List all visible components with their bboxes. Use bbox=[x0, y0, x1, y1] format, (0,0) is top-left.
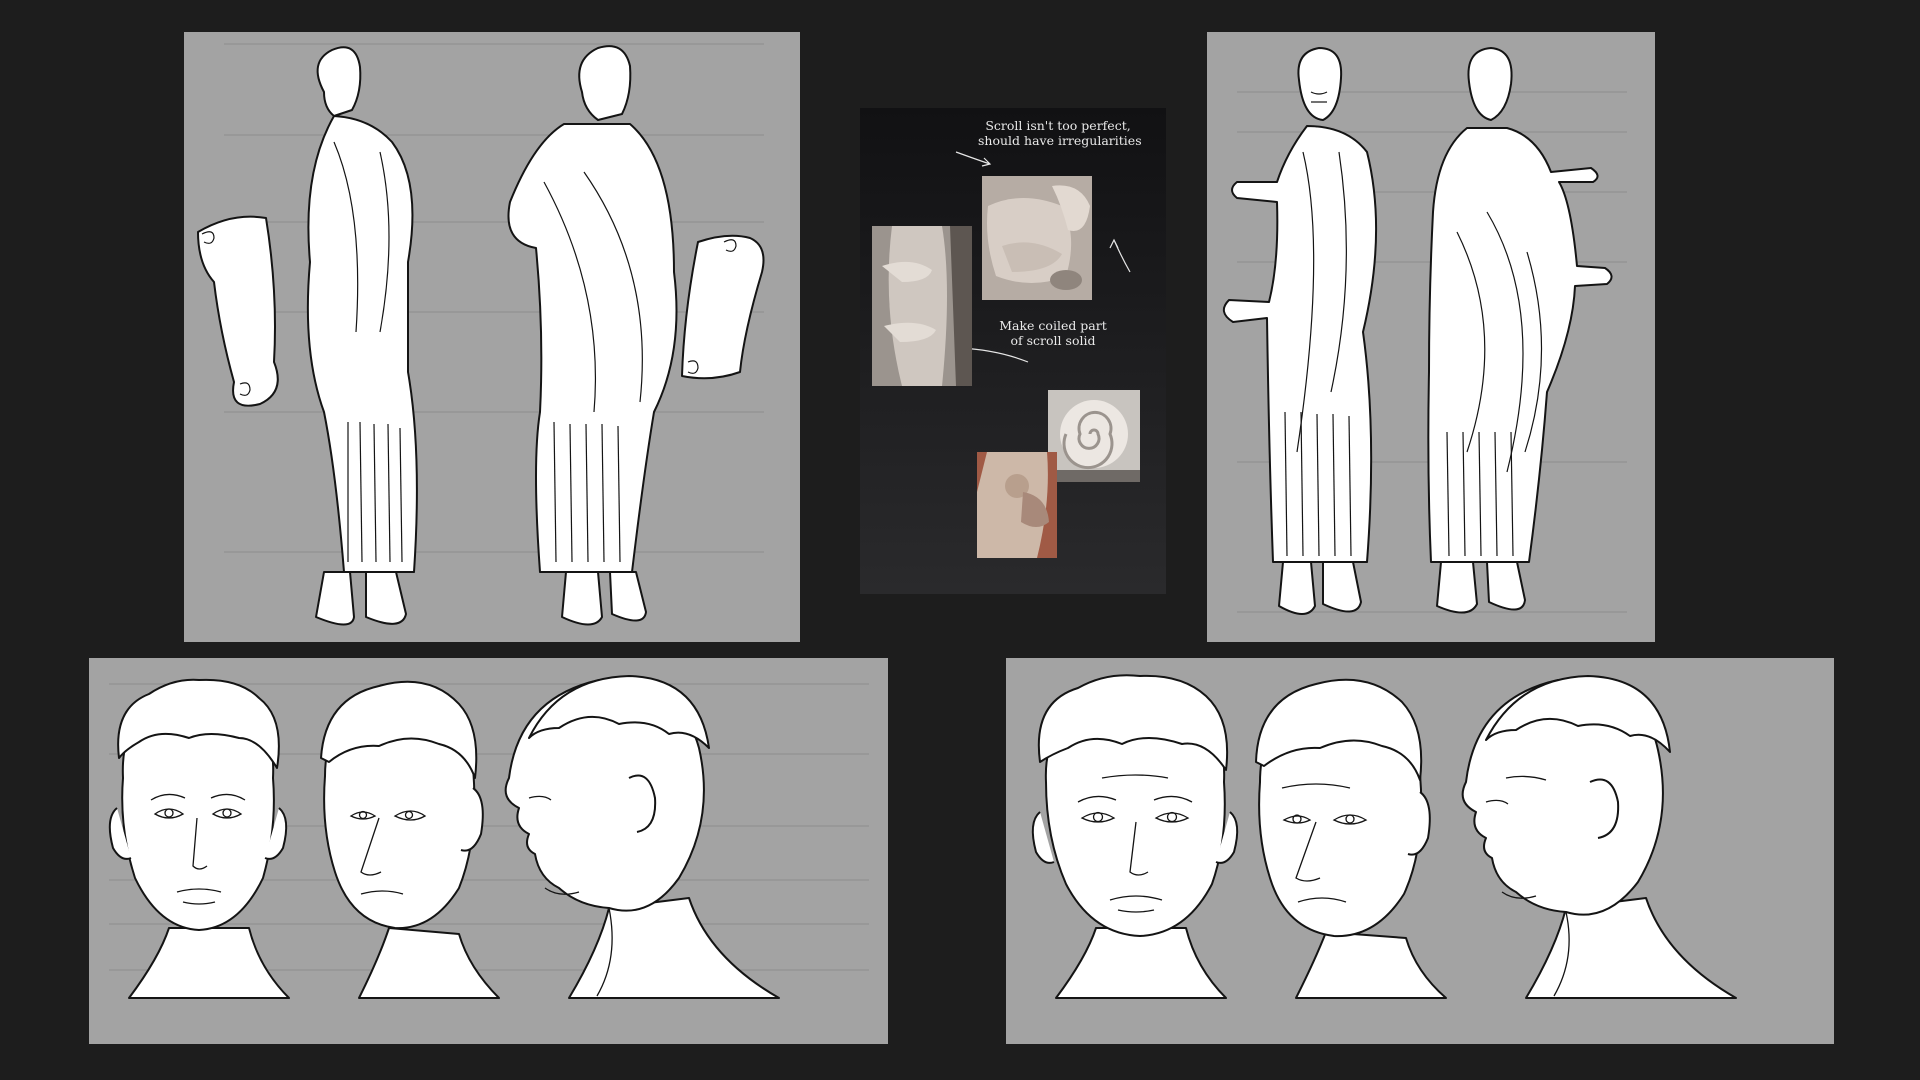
reference-photo-scroll-hands bbox=[982, 176, 1092, 300]
toga-scroll-figures-drawing bbox=[197, 43, 765, 626]
reference-photo-statue-scroll bbox=[872, 226, 972, 386]
full-body-scroll-panel bbox=[184, 32, 800, 642]
young-head-profile bbox=[504, 675, 780, 999]
young-head-turnaround-drawing bbox=[108, 675, 869, 999]
coil-solid-note: Make coiled part of scroll solid bbox=[988, 318, 1118, 348]
young-head-front bbox=[108, 678, 290, 999]
figure-front-pointing bbox=[1222, 47, 1378, 615]
figure-side-view bbox=[197, 46, 418, 626]
scroll-hands-photo bbox=[982, 176, 1092, 300]
older-head-profile bbox=[1461, 675, 1737, 999]
young-head-three-quarter bbox=[320, 680, 500, 999]
figure-back-pointing bbox=[1427, 47, 1613, 614]
hand-scroll-photo bbox=[977, 452, 1057, 558]
figure-back-view bbox=[507, 45, 765, 626]
scroll-note-line-1: Scroll isn't too perfect, bbox=[985, 118, 1131, 133]
concept-art-board: Scroll isn't too perfect, should have ir… bbox=[0, 0, 1920, 1080]
reference-photo-hand-scroll bbox=[977, 452, 1057, 558]
statue-scroll-photo bbox=[872, 226, 972, 386]
coil-note-line-1: Make coiled part bbox=[999, 318, 1107, 333]
toga-pointing-figures-drawing bbox=[1222, 47, 1627, 615]
coil-note-line-2: of scroll solid bbox=[1010, 333, 1096, 348]
head-turnaround-older-panel bbox=[1006, 658, 1834, 1044]
scroll-irregularity-note: Scroll isn't too perfect, should have ir… bbox=[978, 108, 1142, 148]
full-body-pointing-panel bbox=[1207, 32, 1655, 642]
reference-photo-board: Scroll isn't too perfect, should have ir… bbox=[860, 108, 1166, 594]
older-head-front bbox=[1031, 674, 1239, 999]
marble-coil-photo bbox=[1048, 390, 1140, 482]
reference-photo-coil bbox=[1048, 390, 1140, 482]
older-head-turnaround-drawing bbox=[1031, 674, 1737, 999]
older-head-three-quarter bbox=[1255, 678, 1447, 999]
head-turnaround-young-panel bbox=[89, 658, 888, 1044]
scroll-note-line-2: should have irregularities bbox=[978, 133, 1142, 148]
